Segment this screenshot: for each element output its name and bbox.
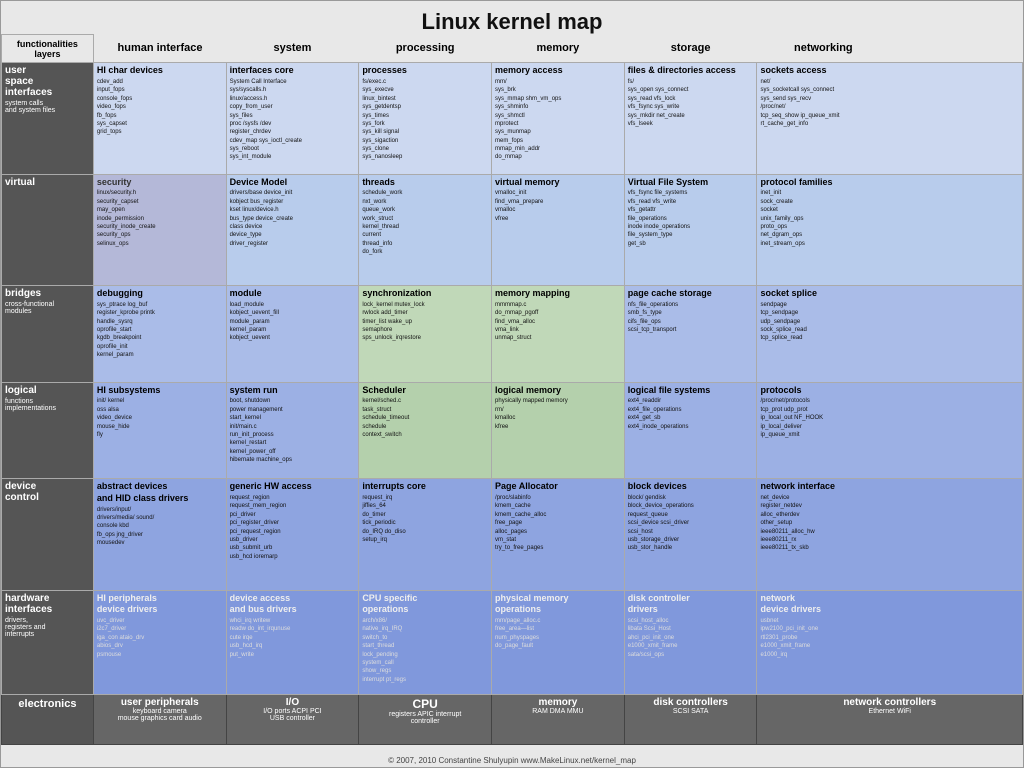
cell-system-run: system run boot, shutdownpower managemen… <box>226 382 359 479</box>
cell-page-cache: page cache storage nfs_file_operationssm… <box>624 286 757 383</box>
col-header-hi: human interface <box>93 35 226 63</box>
elec-io: I/O I/O ports ACPI PCIUSB controller <box>226 694 359 744</box>
cell-threads: threads schedule_worknxt_workqueue_workw… <box>359 174 492 285</box>
row-label-logical: logical functionsimplementations <box>2 382 94 479</box>
cell-virtual-memory: virtual memory vmalloc_initfind_vma_prep… <box>492 174 625 285</box>
cell-device-access: device accessand bus drivers whci_irq wr… <box>226 590 359 694</box>
cell-abstract-hid: abstract devicesand HID class drivers dr… <box>93 479 226 590</box>
cell-socket-splice: socket splice sendpagetcp_sendpageudp_se… <box>757 286 1023 383</box>
col-header-networking: networking <box>757 35 890 63</box>
cell-disk-controllers: disk controllerdrivers scsi_host_allocli… <box>624 590 757 694</box>
cell-sockets: sockets access net/sys_socketcall sys_co… <box>757 63 1023 174</box>
cell-scheduler: Scheduler kernel/sched.ctask_structsched… <box>359 382 492 479</box>
elec-cpu: CPU registers APIC interruptcontroller <box>359 694 492 744</box>
cell-vfs: Virtual File System vfs_fsync file_syste… <box>624 174 757 285</box>
col-header-layers: functionalitieslayers <box>2 35 94 63</box>
cell-hi-periph: HI peripheralsdevice drivers uvc_driveri… <box>93 590 226 694</box>
elec-user-periph: user peripherals keyboard cameramouse gr… <box>93 694 226 744</box>
kernel-map: Linux kernel map functionalitieslayers h… <box>0 0 1024 768</box>
cell-network-interface: network interface net_deviceregister_net… <box>757 479 1023 590</box>
cell-processes: processes fs/exec.csys_execvelinux_binte… <box>359 63 492 174</box>
cell-hi-char: HI char devices cdev_addinput_fopsconsol… <box>93 63 226 174</box>
col-header-memory: memory <box>492 35 625 63</box>
cell-interrupts: interrupts core request_irqjiffies_64do_… <box>359 479 492 590</box>
cell-net-device-drivers: networkdevice drivers usbnetipw2100_pci_… <box>757 590 1023 694</box>
cell-block-devices: block devices block/ gendiskblock_device… <box>624 479 757 590</box>
cell-logical-memory: logical memory physically mapped memoryr… <box>492 382 625 479</box>
elec-disk: disk controllers SCSI SATA <box>624 694 757 744</box>
row-label-virtual: virtual <box>2 174 94 285</box>
row-label-user: userspaceinterfaces system callsand syst… <box>2 63 94 174</box>
cell-security: security linux/security.hsecurity_capset… <box>93 174 226 285</box>
elec-network: network controllers Ethernet WiFi <box>757 694 1023 744</box>
cell-cpu-specific: CPU specificoperations arch/x86/native_i… <box>359 590 492 694</box>
copyright: © 2007, 2010 Constantine Shulyupin www.M… <box>1 756 1023 765</box>
col-header-extra <box>890 35 1023 63</box>
cell-page-allocator: Page Allocator /proc/slabinfokmem_cachek… <box>492 479 625 590</box>
row-label-bridges: bridges cross-functionalmodules <box>2 286 94 383</box>
row-label-hardware: hardwareinterfaces drivers,registers and… <box>2 590 94 694</box>
col-header-processing: processing <box>359 35 492 63</box>
elec-memory: memory RAM DMA MMU <box>492 694 625 744</box>
elec-label: electronics <box>2 694 94 744</box>
cell-files-dirs: files & directories access fs/sys_open s… <box>624 63 757 174</box>
cell-protocols: protocols /proc/net/protocolstcp_prot ud… <box>757 382 1023 479</box>
cell-generic-hw: generic HW access request_regionrequest_… <box>226 479 359 590</box>
cell-device-model: Device Model drivers/base device_initkob… <box>226 174 359 285</box>
row-label-device: devicecontrol <box>2 479 94 590</box>
cell-memory-mapping: memory mapping mmmmap.cdo_mmap_pgofffind… <box>492 286 625 383</box>
cell-protocol-families: protocol families inet_initsock_createso… <box>757 174 1023 285</box>
cell-memory-access: memory access mm/sys_brksys_mmap shm_vm_… <box>492 63 625 174</box>
cell-interfaces-core: interfaces core System Call Interfacesys… <box>226 63 359 174</box>
col-header-storage: storage <box>624 35 757 63</box>
cell-sync: synchronization lock_kernel mutex_lockrw… <box>359 286 492 383</box>
cell-debugging: debugging sys_ptrace log_bufregister_kpr… <box>93 286 226 383</box>
cell-logical-fs: logical file systems ext4_readdirext4_fi… <box>624 382 757 479</box>
cell-module: module load_modulekobject_uevent_fillmod… <box>226 286 359 383</box>
col-header-system: system <box>226 35 359 63</box>
cell-hi-subsystems: HI subsystems init/ kerneloss alsavideo_… <box>93 382 226 479</box>
cell-phys-mem: physical memoryoperations mm/page_alloc.… <box>492 590 625 694</box>
